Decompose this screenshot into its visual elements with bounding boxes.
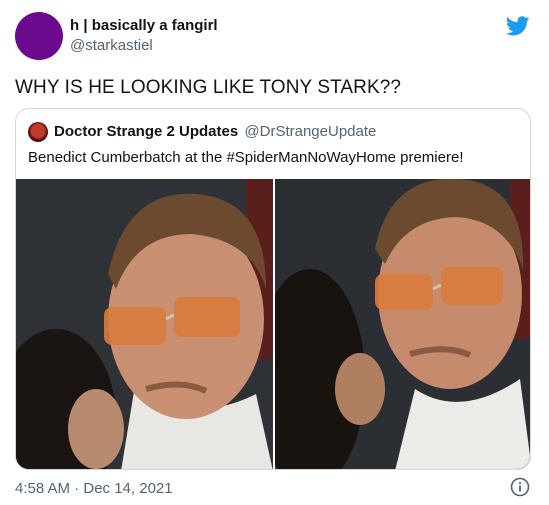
quoted-tweet-text: Benedict Cumberbatch at the #SpiderManNo… <box>28 149 464 166</box>
photo-right[interactable] <box>275 179 530 469</box>
tweet-text: WHY IS HE LOOKING LIKE TONY STARK?? <box>15 77 402 98</box>
author-name[interactable]: h | basically a fangirl <box>70 16 218 35</box>
author-info[interactable]: h | basically a fangirl @starkastiel <box>70 16 218 56</box>
quoted-author-name[interactable]: Doctor Strange 2 Updates <box>54 123 238 140</box>
twitter-bird-icon[interactable] <box>506 14 530 38</box>
quoted-author-handle[interactable]: @DrStrangeUpdate <box>244 123 376 140</box>
quoted-author-avatar[interactable] <box>28 122 48 142</box>
author-avatar[interactable] <box>15 12 63 60</box>
photo-left-illustration <box>16 179 273 469</box>
info-icon[interactable] <box>510 477 530 497</box>
tweet-timestamp[interactable]: 4:58 AM · Dec 14, 2021 <box>15 479 173 499</box>
author-handle[interactable]: @starkastiel <box>70 36 218 56</box>
media-grid <box>16 179 530 469</box>
quoted-author-info[interactable]: Doctor Strange 2 Updates @DrStrangeUpdat… <box>54 122 376 142</box>
quoted-tweet[interactable]: Doctor Strange 2 Updates @DrStrangeUpdat… <box>15 108 531 470</box>
photo-left[interactable] <box>16 179 273 469</box>
photo-right-illustration <box>275 179 530 469</box>
tweet-card[interactable]: h | basically a fangirl @starkastiel WHY… <box>0 0 549 505</box>
